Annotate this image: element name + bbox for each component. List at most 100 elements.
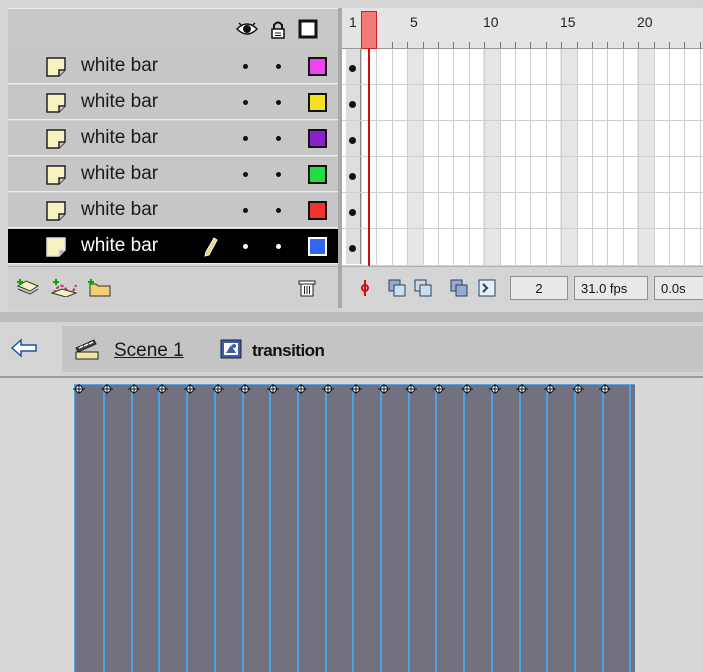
layer-row[interactable]: white bar — [8, 193, 338, 228]
timeline-status-bar: 2 31.0 fps 0.0s — [342, 266, 703, 309]
layer-row[interactable]: white bar — [8, 157, 338, 192]
registration-mark[interactable] — [267, 381, 279, 394]
registration-mark[interactable] — [378, 381, 390, 394]
ruler-label: 1 — [349, 14, 357, 30]
outline-color-swatch[interactable] — [308, 129, 327, 148]
bar-edge — [269, 385, 271, 672]
registration-mark[interactable] — [489, 381, 501, 394]
visibility-dot[interactable] — [243, 100, 248, 105]
timeline-panel: white bar white bar white bar white bar … — [0, 0, 703, 312]
frame-band — [637, 49, 654, 265]
layer-row[interactable]: white bar — [8, 49, 338, 84]
keyframe-dot — [349, 245, 356, 252]
bar-edge — [103, 385, 105, 672]
layer-name: white bar — [81, 199, 159, 220]
visibility-dot[interactable] — [243, 208, 248, 213]
ruler-label: 5 — [410, 14, 418, 30]
frame-ruler[interactable]: 1 5 10 15 20 — [342, 8, 703, 49]
frames-area: 1 5 10 15 20 2 31.0 fps 0.0s — [342, 8, 703, 309]
layer-name: white bar — [81, 163, 159, 184]
stage — [8, 378, 703, 672]
lock-dot[interactable] — [276, 100, 281, 105]
outline-color-swatch[interactable] — [308, 165, 327, 184]
registration-mark[interactable] — [544, 381, 556, 394]
bars-artwork[interactable] — [73, 381, 635, 672]
registration-mark[interactable] — [128, 381, 140, 394]
layer-row[interactable]: white bar — [8, 85, 338, 120]
lock-dot[interactable] — [276, 208, 281, 213]
keyframe-dot — [349, 101, 356, 108]
outline-color-swatch[interactable] — [308, 93, 327, 112]
bar-edge — [131, 385, 133, 672]
keyframe-cell[interactable] — [346, 229, 361, 264]
back-arrow-icon[interactable] — [10, 338, 38, 363]
registration-mark[interactable] — [599, 381, 611, 394]
elapsed-time-field: 0.0s — [654, 276, 703, 300]
edit-multiple-frames-icon[interactable] — [450, 279, 468, 297]
registration-mark[interactable] — [184, 381, 196, 394]
bar-edge — [297, 385, 299, 672]
lock-dot[interactable] — [276, 172, 281, 177]
bar-edge — [325, 385, 327, 672]
bar-edge — [629, 385, 631, 672]
registration-mark[interactable] — [572, 381, 584, 394]
registration-mark[interactable] — [405, 381, 417, 394]
ruler-label: 20 — [637, 14, 653, 30]
outline-icon[interactable] — [298, 19, 318, 39]
outline-color-swatch[interactable] — [308, 237, 327, 256]
layer-row[interactable]: white bar — [8, 121, 338, 156]
visibility-dot[interactable] — [243, 172, 248, 177]
visibility-dot[interactable] — [243, 136, 248, 141]
registration-mark[interactable] — [516, 381, 528, 394]
lock-dot[interactable] — [276, 136, 281, 141]
keyframe-cell[interactable] — [346, 121, 361, 156]
add-motion-guide-icon[interactable] — [50, 279, 78, 302]
registration-mark[interactable] — [295, 381, 307, 394]
lock-dot[interactable] — [276, 64, 281, 69]
registration-mark[interactable] — [101, 381, 113, 394]
pencil-icon — [204, 237, 218, 262]
registration-mark[interactable] — [322, 381, 334, 394]
onion-skin-icon[interactable] — [388, 279, 406, 297]
panel-divider[interactable] — [0, 312, 703, 322]
frame-grid[interactable] — [342, 49, 703, 265]
registration-mark[interactable] — [239, 381, 251, 394]
modify-onion-markers-icon[interactable] — [478, 279, 496, 297]
frame-band — [407, 49, 424, 265]
registration-mark[interactable] — [73, 381, 85, 394]
movieclip-symbol-icon — [220, 339, 242, 364]
insert-layer-folder-icon[interactable] — [86, 279, 112, 302]
registration-mark[interactable] — [461, 381, 473, 394]
eye-icon[interactable] — [235, 21, 259, 37]
registration-mark[interactable] — [212, 381, 224, 394]
center-frame-icon[interactable] — [356, 279, 374, 297]
registration-mark[interactable] — [433, 381, 445, 394]
outline-color-swatch[interactable] — [308, 57, 327, 76]
layer-name: white bar — [81, 235, 159, 256]
layer-icon — [46, 165, 66, 185]
visibility-dot[interactable] — [243, 244, 248, 249]
playhead[interactable] — [361, 11, 377, 49]
bar-edge — [352, 385, 354, 672]
scene-link[interactable]: Scene 1 — [114, 340, 184, 362]
registration-mark[interactable] — [350, 381, 362, 394]
frame-band — [560, 49, 577, 265]
registration-mark[interactable] — [156, 381, 168, 394]
layer-icon — [46, 57, 66, 77]
breadcrumb: Scene 1 transition — [62, 326, 703, 372]
keyframe-cell[interactable] — [346, 85, 361, 120]
lock-dot[interactable] — [276, 244, 281, 249]
outline-color-swatch[interactable] — [308, 201, 327, 220]
symbol-crumb: transition — [252, 341, 325, 360]
lock-icon[interactable] — [270, 21, 286, 39]
layer-row-selected[interactable]: white bar — [8, 229, 338, 264]
visibility-dot[interactable] — [243, 64, 248, 69]
scene-icon — [74, 338, 100, 365]
onion-skin-outlines-icon[interactable] — [414, 279, 432, 297]
trash-icon[interactable] — [298, 279, 316, 302]
keyframe-cell[interactable] — [346, 157, 361, 192]
frame-rate-field[interactable]: 31.0 fps — [574, 276, 648, 300]
insert-layer-icon[interactable] — [16, 279, 40, 302]
keyframe-cell[interactable] — [346, 49, 361, 84]
keyframe-cell[interactable] — [346, 193, 361, 228]
